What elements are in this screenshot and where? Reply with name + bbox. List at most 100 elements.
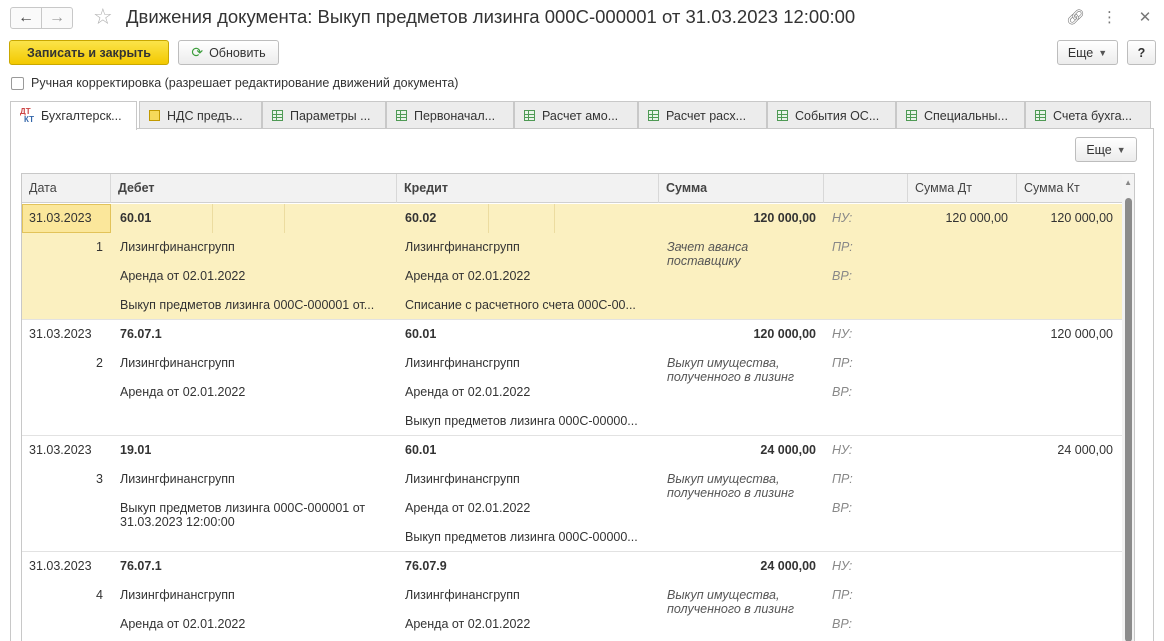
tax-label-nu: НУ: — [832, 211, 853, 225]
postings-table[interactable]: Дата Дебет Кредит Сумма Сумма Дт Сумма К… — [21, 173, 1135, 641]
column-header-credit[interactable]: Кредит — [397, 174, 659, 203]
manual-adjust-checkbox[interactable] — [11, 76, 24, 90]
tab-label: Бухгалтерск... — [41, 109, 122, 123]
credit-account: 60.01 — [405, 443, 437, 457]
more-menu-button[interactable]: Еще ▼ — [1057, 40, 1118, 65]
column-header-date[interactable]: Дата — [22, 174, 111, 203]
table-icon — [396, 110, 407, 121]
tax-label-nu: НУ: — [832, 559, 853, 573]
posting-date: 31.03.2023 — [29, 559, 92, 573]
forward-button[interactable]: → — [41, 7, 73, 29]
table-more-button[interactable]: Еще ▼ — [1075, 137, 1137, 162]
tab-special[interactable]: Специальны... — [896, 101, 1025, 129]
tax-label-nu: НУ: — [832, 443, 853, 457]
tab-expenses[interactable]: Расчет расх... — [638, 101, 767, 129]
table-icon — [777, 110, 788, 121]
kebab-menu-icon[interactable]: ⋮ — [1102, 8, 1117, 26]
tab-label: НДС предъ... — [167, 108, 243, 123]
debit-subconto: Аренда от 02.01.2022 — [120, 617, 246, 631]
posting-content: Выкуп имущества, полученного в лизинг — [667, 472, 795, 500]
manual-adjust-row[interactable]: Ручная корректировка (разрешает редактир… — [11, 76, 458, 90]
back-button[interactable]: ← — [10, 7, 42, 29]
tab-accounting[interactable]: ДТ КТ Бухгалтерск... — [10, 101, 137, 130]
tax-label-pr: ПР: — [832, 356, 853, 370]
posting-content: Зачет аванса поставщику — [667, 240, 749, 268]
column-header-type[interactable] — [824, 174, 908, 203]
debit-subconto: Лизингфинансгрупп — [120, 240, 235, 254]
tab-initial[interactable]: Первоначал... — [386, 101, 514, 129]
more-label: Еще — [1086, 142, 1112, 157]
arrow-left-icon: ← — [18, 9, 34, 26]
credit-subconto: Списание с расчетного счета 000С-00... — [405, 298, 636, 312]
posting-date: 31.03.2023 — [29, 327, 92, 341]
table-row[interactable]: 31.03.2023 1 60.01 Лизингфинансгрупп Аренда … — [22, 204, 1124, 320]
credit-account: 76.07.9 — [405, 559, 447, 573]
tax-label-vr: ВР: — [832, 385, 853, 399]
debit-subconto: Лизингфинансгрупп — [120, 588, 235, 602]
table-row[interactable]: 31.03.2023 4 76.07.1 Лизингфинансгрупп Аренд… — [22, 552, 1124, 641]
credit-account: 60.02 — [405, 211, 437, 225]
scroll-up-icon[interactable]: ▲ — [1124, 178, 1132, 187]
favorite-star-icon[interactable]: ☆ — [93, 4, 113, 30]
debit-subconto: Лизингфинансгрупп — [120, 472, 235, 486]
chevron-down-icon: ▼ — [1098, 47, 1108, 58]
credit-subconto: Аренда от 02.01.2022 — [405, 501, 531, 515]
posting-sum: 120 000,00 — [753, 327, 816, 341]
tax-label-pr: ПР: — [832, 240, 853, 254]
credit-subconto: Лизингфинансгрупп — [405, 240, 520, 254]
column-header-sum[interactable]: Сумма — [659, 174, 824, 203]
tab-amortization[interactable]: Расчет амо... — [514, 101, 638, 129]
debit-account: 19.01 — [120, 443, 152, 457]
tab-accounts[interactable]: Счета бухга... — [1025, 101, 1151, 129]
refresh-label: Обновить — [209, 45, 266, 60]
posting-sum: 24 000,00 — [760, 443, 816, 457]
posting-content: Выкуп имущества, полученного в лизинг — [667, 356, 795, 384]
column-header-debit[interactable]: Дебет — [111, 174, 397, 203]
posting-content: Выкуп имущества, полученного в лизинг — [667, 588, 795, 616]
link-icon[interactable]: 🔗︎ — [1066, 8, 1085, 26]
tab-parameters[interactable]: Параметры ... — [262, 101, 386, 129]
register-icon — [149, 110, 160, 121]
tab-events[interactable]: События ОС... — [767, 101, 896, 129]
refresh-icon: ⟳ — [191, 44, 204, 60]
table-row[interactable]: 31.03.2023 2 76.07.1 Лизингфинансгрупп Аренд… — [22, 320, 1124, 436]
posting-number: 4 — [96, 588, 103, 602]
debit-subconto: Выкуп предметов лизинга 000С-000001 от..… — [120, 298, 375, 312]
tab-label: Специальны... — [924, 108, 1008, 123]
credit-subconto: Аренда от 02.01.2022 — [405, 385, 531, 399]
credit-subconto: Аренда от 02.01.2022 — [405, 269, 531, 283]
refresh-button[interactable]: ⟳ Обновить — [178, 40, 279, 65]
credit-subconto: Лизингфинансгрупп — [405, 588, 520, 602]
tab-vat[interactable]: НДС предъ... — [139, 101, 262, 129]
save-and-close-button[interactable]: Записать и закрыть — [9, 40, 169, 65]
title-bar: ← → ☆ Движения документа: Выкуп предмето… — [0, 0, 1164, 36]
table-header: Дата Дебет Кредит Сумма Сумма Дт Сумма К… — [22, 174, 1124, 203]
tab-label: Расчет амо... — [542, 108, 619, 123]
debit-subconto: Выкуп предметов лизинга 000С-000001 от 3… — [120, 501, 366, 529]
credit-subconto: Выкуп предметов лизинга 000С-00000... — [405, 414, 638, 428]
dt-kt-icon: ДТ КТ — [20, 107, 34, 124]
sum-kt: 24 000,00 — [1057, 443, 1113, 457]
table-icon — [906, 110, 917, 121]
more-label: Еще — [1067, 45, 1094, 60]
debit-subconto: Аренда от 02.01.2022 — [120, 385, 246, 399]
column-header-sum-kt[interactable]: Сумма Кт — [1017, 174, 1124, 203]
chevron-down-icon: ▼ — [1116, 144, 1126, 155]
close-icon[interactable]: ✕ — [1138, 8, 1152, 26]
debit-subconto: Аренда от 02.01.2022 — [120, 269, 246, 283]
debit-account: 60.01 — [120, 211, 152, 225]
credit-subconto: Аренда от 02.01.2022 — [405, 617, 531, 631]
table-row[interactable]: 31.03.2023 3 19.01 Лизингфинансгрупп Выкуп п… — [22, 436, 1124, 552]
tax-label-vr: ВР: — [832, 617, 853, 631]
tax-label-vr: ВР: — [832, 269, 853, 283]
tax-label-pr: ПР: — [832, 472, 853, 486]
table-icon — [272, 110, 283, 121]
help-button[interactable]: ? — [1127, 40, 1156, 65]
credit-subconto: Выкуп предметов лизинга 000С-00000... — [405, 530, 638, 544]
scrollbar-thumb[interactable] — [1125, 198, 1132, 641]
vertical-scrollbar[interactable]: ▲ — [1122, 174, 1134, 641]
debit-subconto: Лизингфинансгрупп — [120, 356, 235, 370]
posting-number: 1 — [96, 240, 103, 254]
tab-label: Счета бухга... — [1053, 108, 1132, 123]
column-header-sum-dt[interactable]: Сумма Дт — [908, 174, 1017, 203]
